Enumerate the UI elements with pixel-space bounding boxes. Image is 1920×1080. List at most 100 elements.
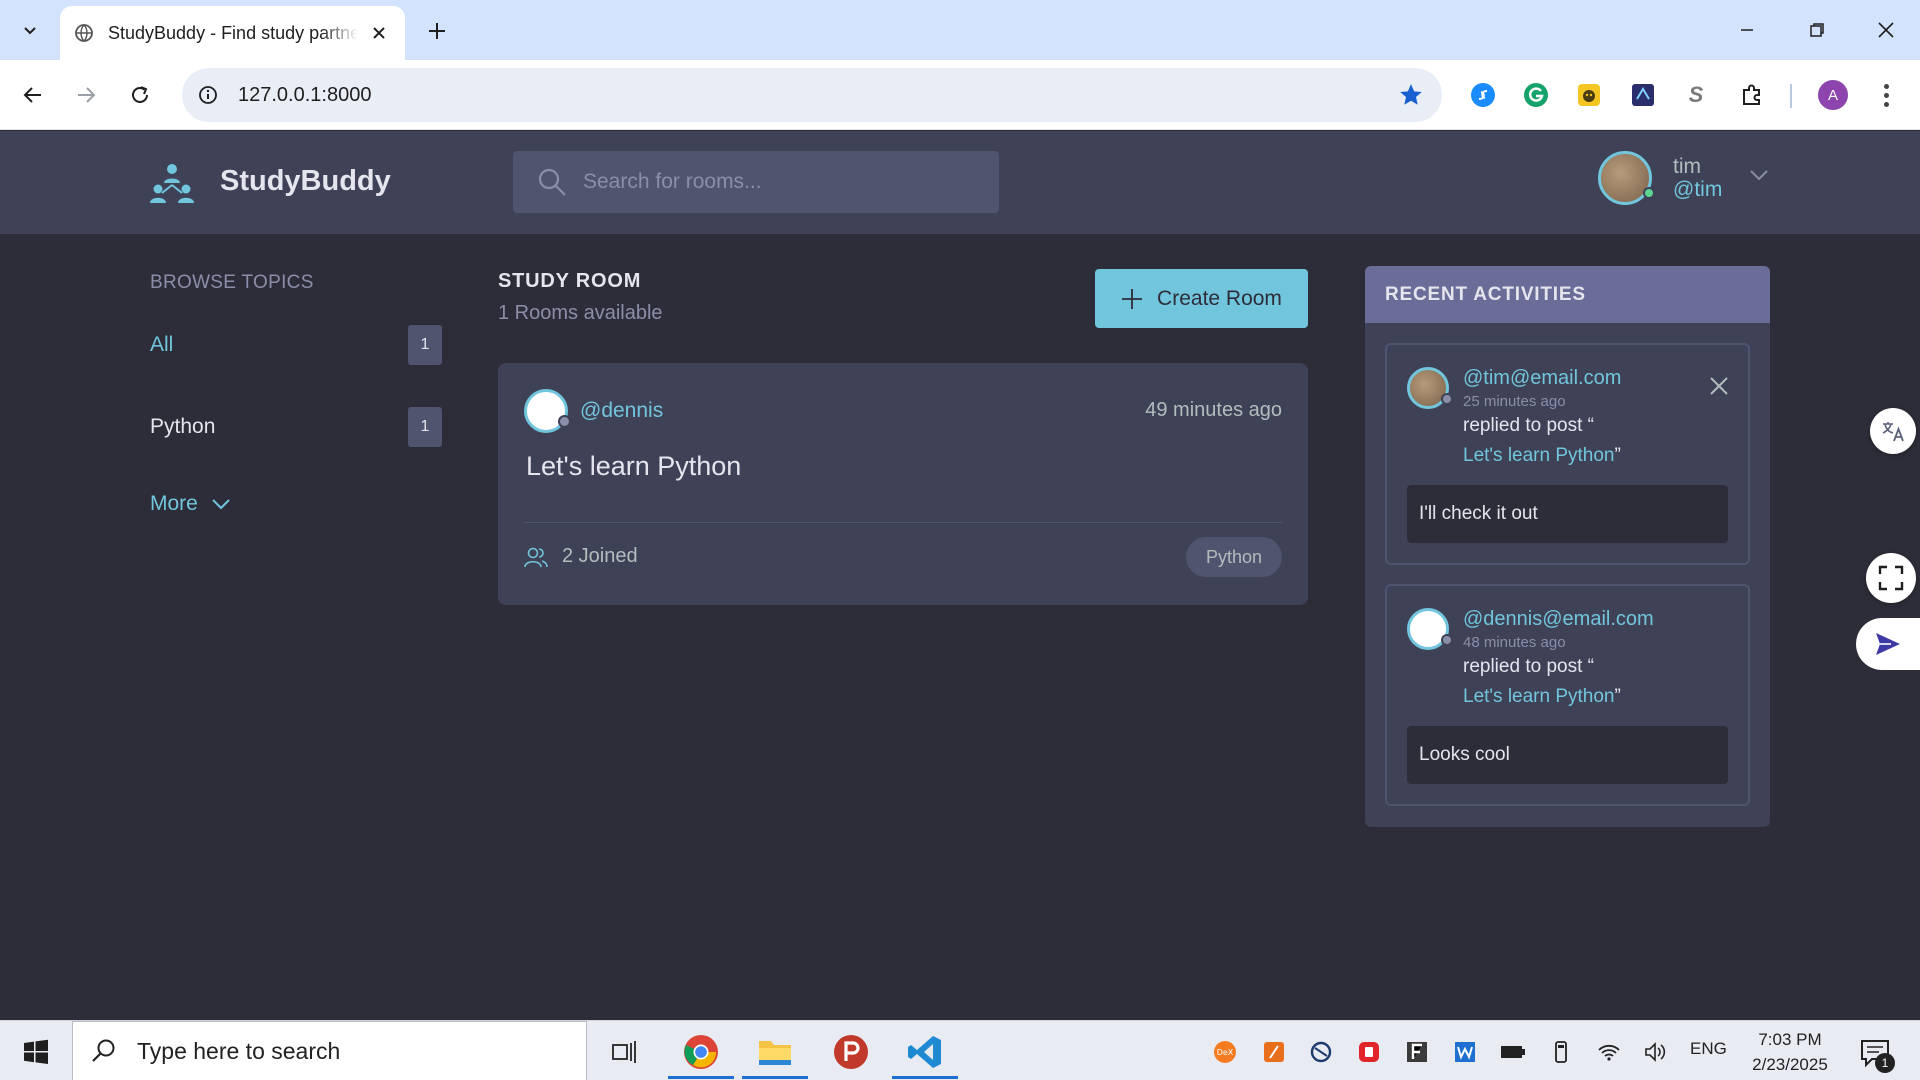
users-icon	[524, 547, 548, 567]
tray-w-app-icon[interactable]	[1452, 1039, 1478, 1065]
extension-shazam-icon[interactable]	[1466, 78, 1500, 112]
tray-usb-icon[interactable]	[1548, 1039, 1574, 1065]
tray-red-app-icon[interactable]	[1356, 1039, 1382, 1065]
search-icon	[92, 1039, 115, 1062]
user-handle[interactable]: @tim	[1673, 178, 1722, 202]
plus-icon	[429, 23, 445, 39]
app-header: StudyBuddy tim @tim	[0, 131, 1920, 234]
browser-tab-active[interactable]: StudyBuddy - Find study partners	[60, 6, 405, 60]
browser-tab-bar: StudyBuddy - Find study partners	[0, 0, 1920, 60]
user-name[interactable]: tim	[1673, 155, 1701, 179]
tray-sync-icon[interactable]	[1308, 1039, 1334, 1065]
extension-lion-icon[interactable]	[1572, 78, 1606, 112]
activity-time: 48 minutes ago	[1463, 634, 1566, 651]
delete-activity-icon[interactable]	[1708, 375, 1730, 397]
translate-button[interactable]	[1870, 408, 1916, 454]
room-host-link[interactable]: @dennis	[580, 399, 663, 423]
tray-f-app-icon[interactable]	[1404, 1039, 1430, 1065]
card-divider	[524, 522, 1282, 523]
taskbar-clock[interactable]: 7:03 PM 2/23/2025	[1740, 1027, 1840, 1077]
reload-button[interactable]	[121, 76, 159, 114]
close-tab-icon[interactable]	[367, 21, 391, 45]
extensions-puzzle-icon[interactable]	[1735, 78, 1769, 112]
wifi-icon[interactable]	[1596, 1039, 1622, 1065]
joined-count: 2 Joined	[562, 545, 638, 567]
room-card: @dennis 49 minutes ago Let's learn Pytho…	[498, 363, 1308, 605]
topic-label: Python	[150, 415, 216, 438]
close-icon	[1878, 22, 1894, 38]
room-search-box[interactable]	[513, 151, 999, 213]
taskbar-app-p[interactable]	[816, 1027, 886, 1077]
taskbar-vscode[interactable]	[890, 1027, 960, 1079]
address-bar[interactable]: 127.0.0.1:8000	[182, 68, 1442, 122]
room-participants: 2 Joined	[524, 545, 638, 568]
activities-header: RECENT ACTIVITIES	[1365, 266, 1770, 323]
windows-logo-icon	[24, 1039, 48, 1064]
brand-name[interactable]: StudyBuddy	[220, 165, 391, 198]
more-topics-button[interactable]: More	[150, 492, 232, 516]
start-button[interactable]	[14, 1035, 58, 1069]
tab-search-button[interactable]	[10, 12, 50, 48]
room-name-link[interactable]: Let's learn Python	[526, 451, 741, 482]
activity-post-link[interactable]: Let's learn Python”	[1463, 686, 1621, 708]
task-view-icon	[612, 1041, 636, 1063]
activity-user-link[interactable]: @tim@email.com	[1463, 367, 1621, 390]
room-topic-tag[interactable]: Python	[1185, 537, 1282, 577]
topic-item-python[interactable]: Python 1	[150, 405, 442, 449]
bookmark-star-icon[interactable]	[1398, 82, 1424, 108]
task-view-button[interactable]	[590, 1027, 660, 1077]
offline-status-dot	[558, 415, 571, 428]
close-window-button[interactable]	[1864, 10, 1908, 50]
recent-activities-panel: RECENT ACTIVITIES @tim@email.com 25 minu…	[1365, 266, 1770, 827]
tray-dex-icon[interactable]: DeX	[1212, 1039, 1238, 1065]
taskbar-search-box[interactable]: Type here to search	[72, 1021, 587, 1080]
activity-message: Looks cool	[1407, 726, 1728, 784]
browser-profile-avatar[interactable]: A	[1818, 80, 1848, 110]
forward-button[interactable]	[67, 76, 105, 114]
browser-menu-button[interactable]	[1874, 78, 1898, 112]
activity-user-link[interactable]: @dennis@email.com	[1463, 608, 1654, 631]
activity-message: I'll check it out	[1407, 485, 1728, 543]
taskbar-search-text: Type here to search	[137, 1037, 341, 1064]
p-app-icon	[834, 1035, 868, 1069]
chevron-down-icon	[212, 499, 230, 510]
chrome-icon	[684, 1035, 718, 1069]
tab-title: StudyBuddy - Find study partners	[108, 22, 358, 43]
more-topics-label: More	[150, 492, 198, 515]
side-extension-tab[interactable]	[1856, 618, 1920, 670]
minimize-window-button[interactable]	[1725, 10, 1769, 50]
create-room-button[interactable]: Create Room	[1095, 269, 1308, 328]
tray-java-icon[interactable]	[1261, 1039, 1287, 1065]
back-button[interactable]	[14, 76, 52, 114]
activity-post-title[interactable]: Let's learn Python	[1463, 445, 1615, 466]
url-text[interactable]: 127.0.0.1:8000	[238, 84, 371, 107]
extension-s-icon[interactable]: S	[1679, 78, 1713, 112]
activity-post-title[interactable]: Let's learn Python	[1463, 686, 1615, 707]
taskbar-chrome[interactable]	[666, 1027, 736, 1079]
taskbar-file-explorer[interactable]	[740, 1027, 810, 1079]
extension-dark-icon[interactable]	[1626, 78, 1660, 112]
activity-post-link[interactable]: Let's learn Python”	[1463, 445, 1621, 467]
studybuddy-logo-icon[interactable]	[148, 161, 196, 205]
activity-time: 25 minutes ago	[1463, 393, 1566, 410]
folder-icon	[759, 1041, 791, 1065]
vscode-icon	[908, 1036, 941, 1068]
room-search-input[interactable]	[583, 170, 963, 194]
volume-icon[interactable]	[1642, 1039, 1668, 1065]
input-language[interactable]: ENG	[1690, 1039, 1727, 1059]
tray-battery-icon[interactable]	[1500, 1039, 1526, 1065]
offline-status-dot	[1441, 393, 1453, 405]
topic-item-all[interactable]: All 1	[150, 323, 442, 367]
new-tab-button[interactable]	[420, 14, 454, 48]
restore-window-button[interactable]	[1795, 10, 1839, 50]
minimize-icon	[1741, 29, 1753, 31]
user-menu-chevron-icon[interactable]	[1745, 161, 1773, 189]
arrow-right-icon	[78, 87, 96, 103]
globe-icon	[74, 23, 94, 43]
restore-icon	[1810, 23, 1824, 37]
extension-grammarly-icon[interactable]	[1519, 78, 1553, 112]
fullscreen-button[interactable]	[1866, 553, 1916, 603]
room-created-time: 49 minutes ago	[1145, 399, 1282, 421]
site-info-icon[interactable]	[196, 83, 220, 107]
windows-taskbar: Type here to search DeX ENG 7:03 PM 2/23…	[0, 1020, 1920, 1080]
